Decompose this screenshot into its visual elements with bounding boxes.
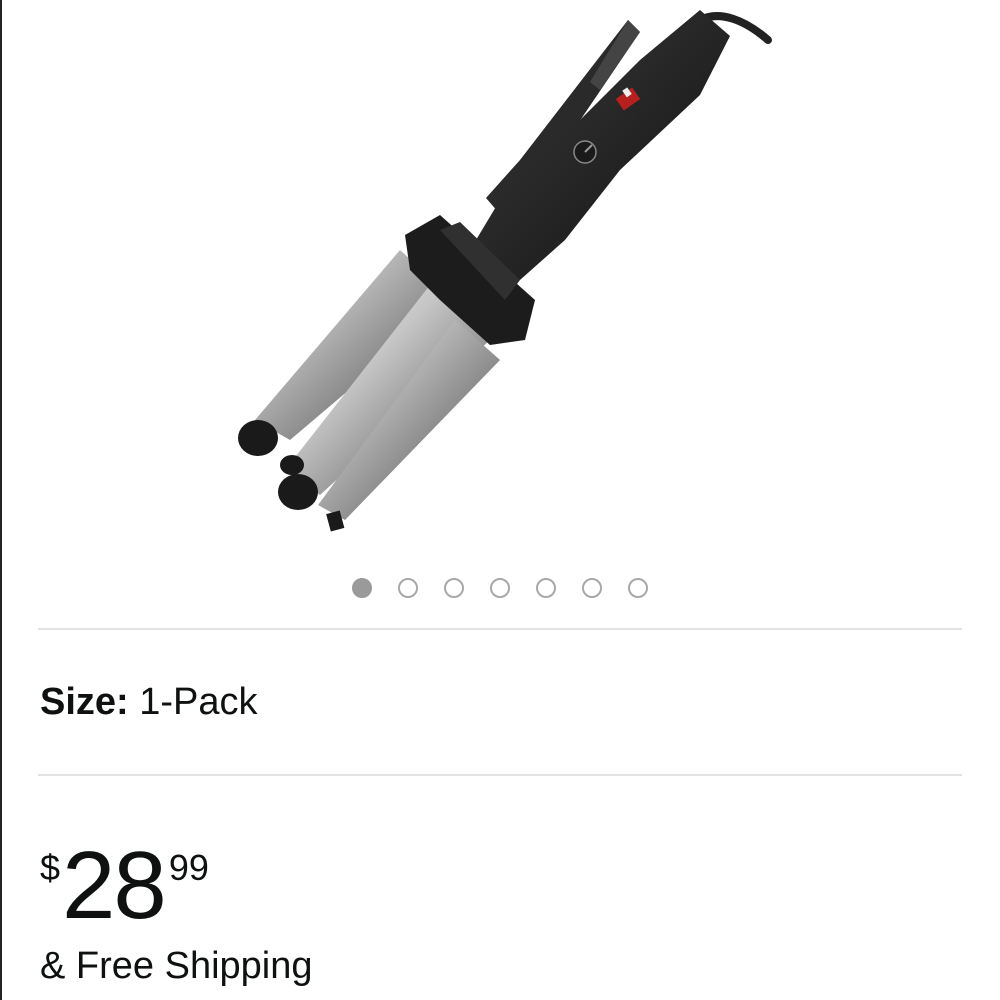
carousel-dot-1[interactable] (352, 578, 372, 598)
curling-iron-icon (238, 10, 772, 532)
price-currency: $ (40, 847, 61, 888)
size-selector[interactable]: Size: 1-Pack (40, 680, 258, 724)
price-whole: 28 (62, 832, 167, 939)
size-value: 1-Pack (139, 681, 258, 723)
divider (38, 774, 962, 776)
price: $ 28 99 (40, 838, 209, 938)
carousel-dot-5[interactable] (536, 578, 556, 598)
left-edge-border (0, 0, 2, 1000)
product-image[interactable] (220, 0, 780, 545)
image-carousel-dots (0, 578, 1000, 598)
shipping-info: & Free Shipping (40, 945, 313, 987)
price-fraction: 99 (168, 847, 209, 888)
carousel-dot-2[interactable] (398, 578, 418, 598)
size-label: Size: (40, 681, 129, 723)
carousel-dot-6[interactable] (582, 578, 602, 598)
divider (38, 628, 962, 630)
carousel-dot-4[interactable] (490, 578, 510, 598)
carousel-dot-7[interactable] (628, 578, 648, 598)
carousel-dot-3[interactable] (444, 578, 464, 598)
